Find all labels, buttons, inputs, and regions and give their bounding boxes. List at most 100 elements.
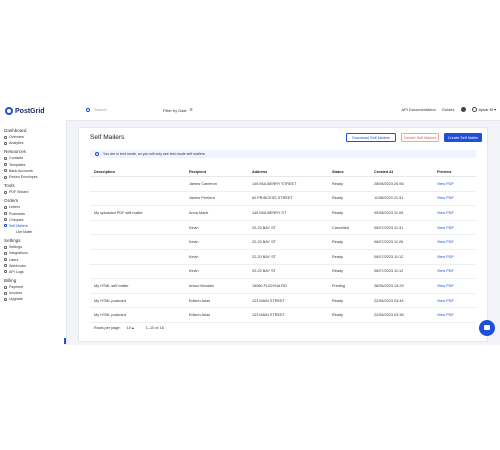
sidebar-item-label: Bank Accounts <box>9 168 33 173</box>
table-cell: 06/07/2023 11:12 <box>370 249 433 265</box>
table-row[interactable]: James Cameron 145 MULBERRY STREET Ready 28/… <box>90 176 476 192</box>
alert-text: You are in test mode, so you will only s… <box>103 152 205 156</box>
nav-item-icon <box>4 169 7 173</box>
table-cell: Ready <box>328 293 370 309</box>
table-row[interactable]: Kevin 22-20 BAY ST Ready 06/07/2023 11:12 Vi… <box>90 249 476 265</box>
self-mailers-table: Description Recipient Address Status Created… <box>90 167 476 323</box>
download-self-mailers-button[interactable]: Download Self Mailers <box>346 133 396 142</box>
table-row[interactable]: My uploaded PDF self mailer Anna Marie 145… <box>90 205 476 221</box>
table-cell: 09/08/2023 11:05 <box>370 205 433 221</box>
table-header-row: Description Recipient Address Status Created… <box>90 167 476 177</box>
sidebar-item-label: Cheques <box>9 217 24 222</box>
table-row[interactable]: James Perriera 60 PRINCESS STREET Ready 11/… <box>90 191 476 207</box>
table-row[interactable]: My HTML self mailer Arturo Morales 16080 F… <box>90 278 476 294</box>
sidebar-subitem[interactable]: Live Mailer <box>4 229 64 235</box>
rows-per-page-select[interactable]: 10 ▴ <box>127 325 134 330</box>
table-cell <box>90 220 185 236</box>
postgrid-logo-icon <box>5 107 13 115</box>
sidebar-item-label: Overview <box>9 135 24 140</box>
view-pdf-link[interactable]: View PDF <box>433 278 476 294</box>
nav-item-icon <box>4 291 7 295</box>
sidebar-item-label: PDF Wizard <box>9 190 29 195</box>
column-header: Preview <box>433 167 476 177</box>
cancel-self-mailers-button[interactable]: Cancel Self Mailers <box>401 133 439 142</box>
chat-button[interactable] <box>479 320 495 336</box>
table-cell: Ready <box>328 205 370 221</box>
table-cell <box>90 176 185 192</box>
table-cell <box>90 191 185 207</box>
view-pdf-link[interactable]: View PDF <box>433 307 476 323</box>
test-mode-alert: You are in test mode, so you will only s… <box>90 150 476 158</box>
sidebar-item[interactable]: Analytics <box>4 140 64 146</box>
sidebar-item-label: Upgrade <box>9 297 23 302</box>
table-cell: 28/06/2023 14:29 <box>370 278 433 294</box>
search-box[interactable]: Search <box>86 107 107 112</box>
table-row[interactable]: My HTML postcard Edison Arias 123 MAIN STR… <box>90 307 476 323</box>
view-pdf-link[interactable]: View PDF <box>433 234 476 250</box>
filter-by-date[interactable]: Filter by Date ≡ <box>163 107 193 113</box>
api-docs-link[interactable]: API Documentation <box>401 107 435 112</box>
brand-name: PostGrid <box>15 107 45 115</box>
nav-item-icon <box>4 224 7 228</box>
nav-item-icon <box>4 135 7 139</box>
sidebar-item-label: API Logs <box>9 269 24 274</box>
user-name[interactable]: Ajwar M <box>479 107 493 112</box>
table-cell: 22/06/2023 03:44 <box>370 293 433 309</box>
guides-link[interactable]: Guides <box>442 107 455 112</box>
topbar-right: API Documentation Guides Ajwar M ▾ <box>395 107 496 112</box>
table-cell: 20-20 BAY ST <box>248 220 328 236</box>
view-pdf-link[interactable]: View PDF <box>433 293 476 309</box>
table-row[interactable]: Kevin 20-20 BAY ST Ready 06/07/2023 11:12 Vi… <box>90 264 476 280</box>
create-self-mailer-button[interactable]: Create Self Mailer <box>444 133 482 142</box>
table-cell: 20-20 BAY ST <box>248 234 328 250</box>
page-range: 1–10 of 16 <box>145 325 164 330</box>
search-icon <box>86 107 90 112</box>
view-pdf-link[interactable]: View PDF <box>433 249 476 265</box>
sidebar-item[interactable]: Return Envelopes <box>4 174 64 180</box>
chevron-down-icon[interactable]: ▾ <box>494 107 496 112</box>
page-title: Self Mailers <box>90 134 125 141</box>
table-cell: Ready <box>328 176 370 192</box>
nav-item-icon <box>4 251 7 255</box>
sidebar-item-label: Payment <box>9 285 24 290</box>
nav-item-icon <box>4 264 7 268</box>
sidebar-item-label: Invoices <box>9 291 23 296</box>
app-shell: PostGrid Dashboard Overview Analytics Resou… <box>0 102 500 345</box>
view-pdf-link[interactable]: View PDF <box>433 220 476 236</box>
view-pdf-link[interactable]: View PDF <box>433 176 476 192</box>
filter-label: Filter by Date <box>163 107 187 113</box>
table-row[interactable]: My HTML postcard Edison Arias 123 MAIN STR… <box>90 293 476 309</box>
view-pdf-link[interactable]: View PDF <box>433 191 476 207</box>
table-cell: 28/08/2023 20:56 <box>370 176 433 192</box>
pagination: Rows per page: 10 ▴ 1–10 of 16 <box>94 325 164 331</box>
table-row[interactable]: Kevin 20-20 BAY ST Ready 06/07/2023 11:26 Vi… <box>90 234 476 250</box>
sidebar-item-label: Return Envelopes <box>9 175 38 180</box>
nav-item-icon <box>4 141 7 145</box>
table-cell: Edison Arias <box>185 293 248 309</box>
sidebar-item-label: Users <box>9 257 19 262</box>
self-mailers-card: Self Mailers Download Self Mailers Cance… <box>78 127 488 342</box>
nav-item-icon <box>4 285 7 289</box>
sidebar-item[interactable]: PDF Wizard <box>4 189 64 195</box>
table-cell: Printing <box>328 278 370 294</box>
help-icon[interactable] <box>460 107 466 112</box>
table-cell: 16080 FUCHSIA RD <box>248 278 328 294</box>
search-input[interactable]: Search <box>94 107 107 112</box>
sidebar-item[interactable]: API Logs <box>4 269 64 275</box>
column-header: Address <box>248 167 328 177</box>
view-pdf-link[interactable]: View PDF <box>433 205 476 221</box>
table-cell: Ready <box>328 191 370 207</box>
sidebar-item[interactable]: Upgrade <box>4 296 64 302</box>
table-cell: 11/08/2023 21:31 <box>370 191 433 207</box>
table-cell: My HTML postcard <box>90 307 185 323</box>
table-cell: James Perriera <box>185 191 248 207</box>
view-pdf-link[interactable]: View PDF <box>433 264 476 280</box>
brand-logo[interactable]: PostGrid <box>5 106 45 116</box>
table-row[interactable]: Kevin 20-20 BAY ST Cancelled 06/07/2023 11:… <box>90 220 476 236</box>
table-cell: Ready <box>328 249 370 265</box>
table-cell: 06/07/2023 11:26 <box>370 234 433 250</box>
table-cell: 06/07/2023 11:12 <box>370 264 433 280</box>
sidebar-item-label: Analytics <box>9 141 24 146</box>
user-icon[interactable] <box>471 107 477 112</box>
nav-item-icon <box>4 258 7 262</box>
